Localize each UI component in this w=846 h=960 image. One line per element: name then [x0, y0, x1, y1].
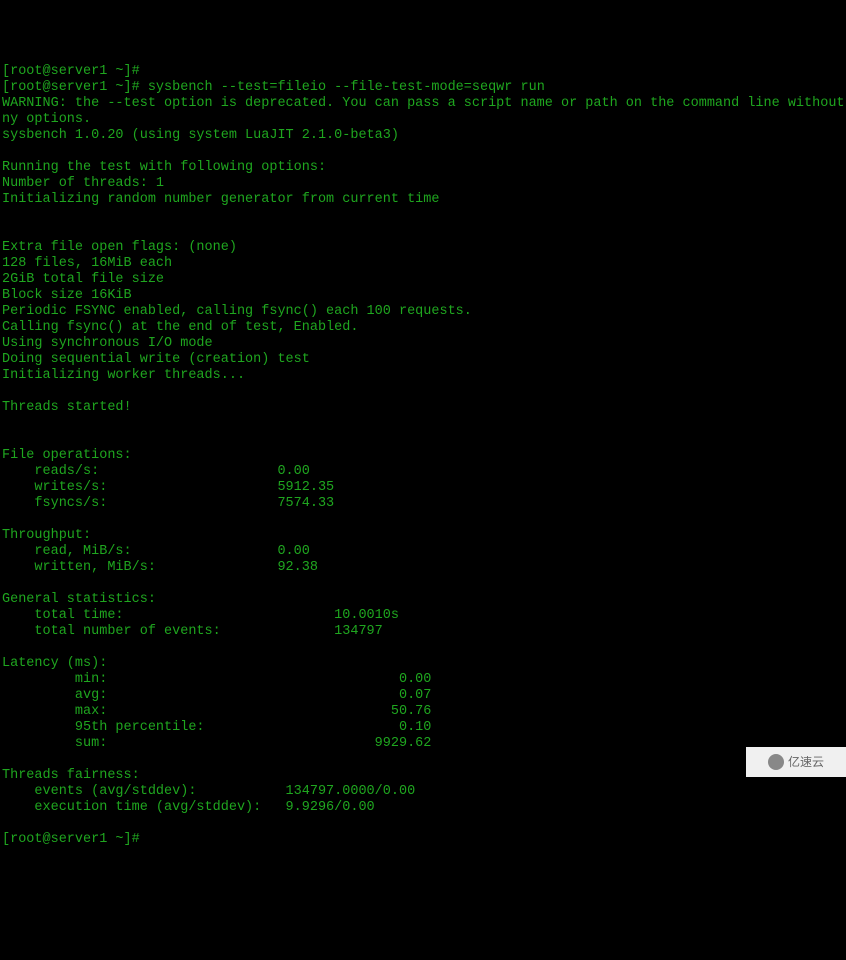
- warning-line: WARNING: the --test option is deprecated…: [2, 96, 846, 127]
- prompt-1: [root@server1 ~]#: [2, 80, 148, 95]
- terminal-output[interactable]: [root@server1 ~]# [root@server1 ~]# sysb…: [2, 64, 844, 848]
- latency-max: max: 50.76: [2, 704, 431, 719]
- latency-avg: avg: 0.07: [2, 688, 431, 703]
- io-mode: Using synchronous I/O mode: [2, 336, 213, 351]
- watermark-icon: [768, 754, 784, 770]
- fsync-end: Calling fsync() at the end of test, Enab…: [2, 320, 358, 335]
- total-time: total time: 10.0010s: [2, 608, 399, 623]
- file-ops-header: File operations:: [2, 448, 132, 463]
- prompt-line-prev: [root@server1 ~]#: [2, 64, 148, 79]
- general-header: General statistics:: [2, 592, 156, 607]
- latency-95th: 95th percentile: 0.10: [2, 720, 431, 735]
- reads-value: reads/s: 0.00: [2, 464, 310, 479]
- read-mib: read, MiB/s: 0.00: [2, 544, 310, 559]
- watermark-text: 亿速云: [788, 754, 824, 770]
- test-type: Doing sequential write (creation) test: [2, 352, 310, 367]
- writes-value: writes/s: 5912.35: [2, 480, 334, 495]
- prompt-2[interactable]: [root@server1 ~]#: [2, 832, 148, 847]
- init-rng: Initializing random number generator fro…: [2, 192, 439, 207]
- fsync-periodic: Periodic FSYNC enabled, calling fsync() …: [2, 304, 472, 319]
- threads-count: Number of threads: 1: [2, 176, 164, 191]
- block-size: Block size 16KiB: [2, 288, 132, 303]
- total-events: total number of events: 134797: [2, 624, 383, 639]
- command-input: sysbench --test=fileio --file-test-mode=…: [148, 80, 545, 95]
- written-mib: written, MiB/s: 92.38: [2, 560, 318, 575]
- running-header: Running the test with following options:: [2, 160, 326, 175]
- watermark-badge: 亿速云: [746, 747, 846, 777]
- fairness-exec: execution time (avg/stddev): 9.9296/0.00: [2, 800, 375, 815]
- threads-started: Threads started!: [2, 400, 132, 415]
- fairness-events: events (avg/stddev): 134797.0000/0.00: [2, 784, 415, 799]
- latency-min: min: 0.00: [2, 672, 431, 687]
- latency-sum: sum: 9929.62: [2, 736, 431, 751]
- throughput-header: Throughput:: [2, 528, 91, 543]
- extra-flags: Extra file open flags: (none): [2, 240, 237, 255]
- latency-header: Latency (ms):: [2, 656, 107, 671]
- fairness-header: Threads fairness:: [2, 768, 140, 783]
- fsyncs-value: fsyncs/s: 7574.33: [2, 496, 334, 511]
- init-workers: Initializing worker threads...: [2, 368, 245, 383]
- version-line: sysbench 1.0.20 (using system LuaJIT 2.1…: [2, 128, 399, 143]
- files-info: 128 files, 16MiB each: [2, 256, 172, 271]
- total-size: 2GiB total file size: [2, 272, 164, 287]
